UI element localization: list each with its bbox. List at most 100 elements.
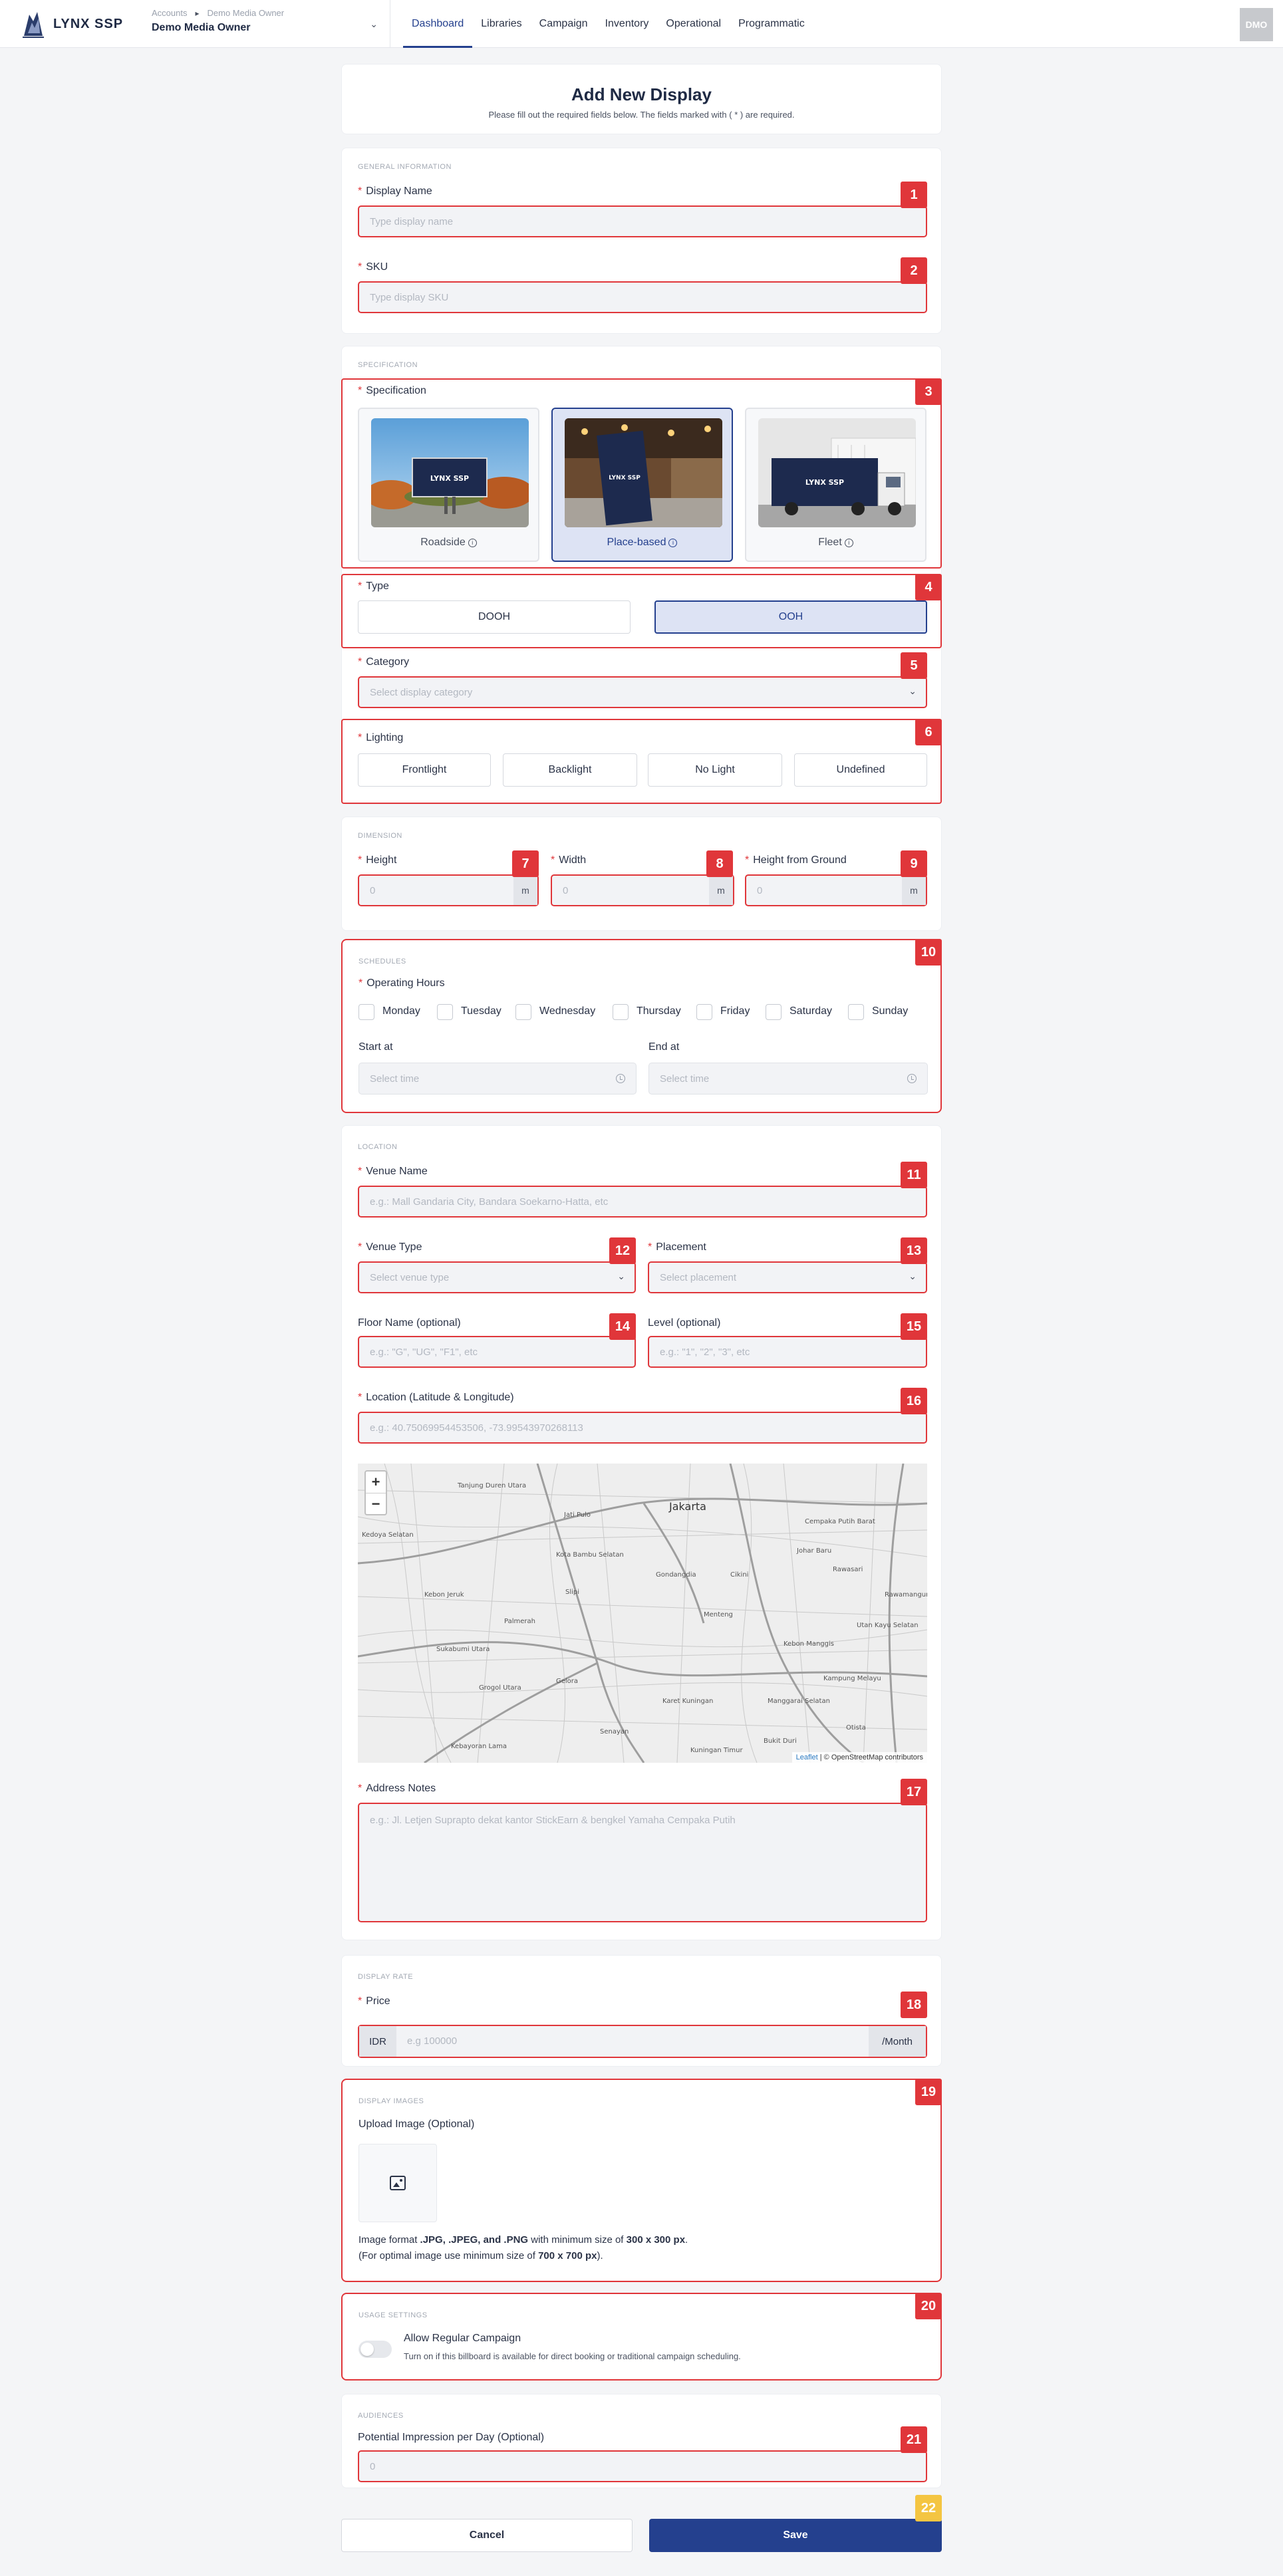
address-notes-label: * Address Notes xyxy=(358,1783,436,1794)
section-title-schedules: SCHEDULES xyxy=(358,958,406,966)
end-time-input[interactable]: Select time xyxy=(648,1063,928,1095)
avatar[interactable]: DMO xyxy=(1240,8,1273,41)
info-icon[interactable]: i xyxy=(468,539,477,547)
chevron-down-icon[interactable]: ⌄ xyxy=(370,19,378,30)
category-select[interactable]: Select display category ⌄ xyxy=(358,676,927,708)
leaflet-link[interactable]: Leaflet xyxy=(796,1753,818,1761)
impression-label: Potential Impression per Day (Optional) xyxy=(358,2432,545,2443)
display-name-input[interactable]: Type display name xyxy=(358,205,927,237)
lighting-option-undefined[interactable]: Undefined xyxy=(794,753,927,787)
checkbox-sunday[interactable] xyxy=(848,1004,864,1020)
map-label: Utan Kayu Selatan xyxy=(857,1622,919,1629)
toggle-description: Turn on if this billboard is available f… xyxy=(404,2351,741,2361)
tab-libraries[interactable]: Libraries xyxy=(472,0,530,48)
end-at-label: End at xyxy=(648,1041,680,1053)
audiences-card: AUDIENCES Potential Impression per Day (… xyxy=(341,2394,942,2488)
osm-attribution[interactable]: © OpenStreetMap contributors xyxy=(824,1753,923,1761)
type-label: * Type xyxy=(358,580,389,592)
category-label: * Category xyxy=(358,656,410,668)
height-label: * Height xyxy=(358,854,397,866)
start-time-input[interactable]: Select time xyxy=(358,1063,637,1095)
unit-label: m xyxy=(709,876,733,905)
map-label: Cikini xyxy=(730,1571,748,1579)
map-label: Bukit Duri xyxy=(764,1738,797,1745)
dimension-card: DIMENSION * Height 0m 7 * Width 0m 8 * Heig… xyxy=(341,817,942,931)
height-input[interactable]: 0m xyxy=(358,874,539,906)
width-input[interactable]: 0m xyxy=(551,874,734,906)
map-label: Jati Pulo xyxy=(563,1511,591,1519)
map-label: Kebon Manggis xyxy=(784,1640,834,1648)
tab-programmatic[interactable]: Programmatic xyxy=(730,0,813,48)
height-from-ground-input[interactable]: 0m xyxy=(745,874,927,906)
height-from-ground-label: * Height from Ground xyxy=(745,854,847,866)
spec-option-place-based[interactable]: LYNX SSP Place-based i xyxy=(551,408,733,562)
level-input[interactable]: e.g.: "1", "2", "3", etc xyxy=(648,1336,927,1368)
annotation-badge: 17 xyxy=(901,1779,927,1805)
top-navbar: LYNX SSP Accounts ▸ Demo Media Owner Dem… xyxy=(0,0,1283,48)
page-title: Add New Display xyxy=(571,84,712,104)
tab-campaign[interactable]: Campaign xyxy=(531,0,597,48)
checkbox-saturday[interactable] xyxy=(766,1004,782,1020)
section-title-display-images: DISPLAY IMAGES xyxy=(358,2097,424,2105)
price-input-group[interactable]: IDR e.g 100000 /Month xyxy=(358,2025,927,2058)
roadside-billboard-text: LYNX SSP xyxy=(430,474,469,483)
map-label: Senayan xyxy=(600,1728,629,1736)
image-upload-button[interactable] xyxy=(358,2144,437,2222)
chevron-down-icon: ⌄ xyxy=(617,1271,625,1281)
section-title-location: LOCATION xyxy=(358,1143,398,1151)
lighting-option-backlight[interactable]: Backlight xyxy=(503,753,637,787)
type-option-ooh[interactable]: OOH xyxy=(654,600,927,634)
map-label: Slipi xyxy=(565,1589,579,1596)
type-option-dooh[interactable]: DOOH xyxy=(358,600,631,634)
save-button[interactable]: Save xyxy=(649,2519,942,2552)
latlng-label: * Location (Latitude & Longitude) xyxy=(358,1392,514,1403)
day-label: Wednesday xyxy=(539,1005,596,1017)
display-rate-card: DISPLAY RATE * Price IDR e.g 100000 /Mont… xyxy=(341,1955,942,2067)
checkbox-thursday[interactable] xyxy=(613,1004,629,1020)
map-label: Gelora xyxy=(556,1678,578,1685)
map-zoom-control: + − xyxy=(364,1470,387,1515)
price-label: * Price xyxy=(358,1996,390,2007)
zoom-out-button[interactable]: − xyxy=(366,1493,386,1514)
impression-input[interactable]: 0 xyxy=(358,2450,927,2482)
day-label: Monday xyxy=(382,1005,420,1017)
annotation-badge: 20 xyxy=(915,2293,942,2319)
annotation-badge: 8 xyxy=(706,850,733,877)
lynx-logo-icon xyxy=(23,12,44,38)
annotation-badge: 14 xyxy=(609,1313,636,1340)
checkbox-tuesday[interactable] xyxy=(437,1004,453,1020)
map-label: Kebayoran Lama xyxy=(451,1743,507,1750)
display-name-label: * Display Name xyxy=(358,186,432,197)
allow-regular-campaign-toggle[interactable] xyxy=(358,2341,392,2358)
breadcrumb-root[interactable]: Accounts xyxy=(152,8,187,18)
placement-select[interactable]: Select placement ⌄ xyxy=(648,1261,927,1293)
venue-name-input[interactable]: e.g.: Mall Gandaria City, Bandara Soekar… xyxy=(358,1186,927,1218)
map-label: Kebon Jeruk xyxy=(424,1591,464,1599)
price-input[interactable]: e.g 100000 xyxy=(407,2035,457,2047)
tab-operational[interactable]: Operational xyxy=(657,0,730,48)
spec-option-roadside[interactable]: LYNX SSP Roadside i xyxy=(358,408,539,562)
checkbox-friday[interactable] xyxy=(696,1004,712,1020)
sku-input[interactable]: Type display SKU xyxy=(358,281,927,313)
annotation-badge: 3 xyxy=(915,378,942,405)
checkbox-wednesday[interactable] xyxy=(515,1004,531,1020)
info-icon[interactable]: i xyxy=(668,539,678,547)
checkbox-monday[interactable] xyxy=(358,1004,374,1020)
cancel-button[interactable]: Cancel xyxy=(341,2519,633,2552)
breadcrumb-current: Demo Media Owner xyxy=(207,8,285,18)
account-switcher[interactable]: Accounts ▸ Demo Media Owner Demo Media O… xyxy=(152,8,378,40)
latlng-input[interactable]: e.g.: 40.75069954453506, -73.99543970268… xyxy=(358,1412,927,1444)
location-map[interactable]: Tanjung Duren Utara Jakarta Cempaka Puti… xyxy=(358,1464,927,1763)
info-icon[interactable]: i xyxy=(844,539,853,547)
zoom-in-button[interactable]: + xyxy=(366,1472,386,1493)
tab-inventory[interactable]: Inventory xyxy=(597,0,658,48)
tab-dashboard[interactable]: Dashboard xyxy=(403,0,473,48)
venue-type-select[interactable]: Select venue type ⌄ xyxy=(358,1261,636,1293)
logo[interactable]: LYNX SSP xyxy=(20,9,123,39)
section-title-usage-settings: USAGE SETTINGS xyxy=(358,2311,428,2319)
spec-option-fleet[interactable]: LYNX SSP Fleet i xyxy=(745,408,927,562)
lighting-option-no-light[interactable]: No Light xyxy=(648,753,782,787)
address-notes-textarea[interactable]: e.g.: Jl. Letjen Suprapto dekat kantor S… xyxy=(358,1803,927,1922)
floor-name-input[interactable]: e.g.: "G", "UG", "F1", etc xyxy=(358,1336,636,1368)
lighting-option-frontlight[interactable]: Frontlight xyxy=(358,753,491,787)
